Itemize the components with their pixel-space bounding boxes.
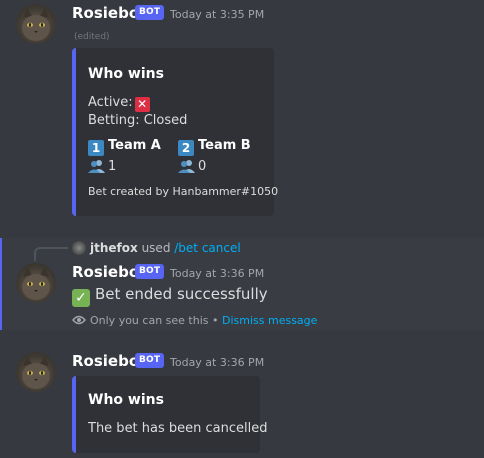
team-b-field: 2 Team B [178,138,251,156]
reply-used-text: used [141,241,171,255]
team-b-count: 0 [178,159,206,174]
message-content: ✓ Bet ended successfully [72,285,268,307]
active-status: Active: ✕ [88,95,150,112]
timestamp: Today at 3:36 PM [170,356,265,369]
team-b-count-value: 0 [198,159,207,174]
reply-username[interactable]: jthefox [90,241,138,255]
team-a-name: Team A [108,138,161,153]
separator: • [212,314,219,327]
eye-icon [72,315,86,325]
keycap-1-icon: 1 [88,140,104,156]
embed-title: Who wins [88,66,164,82]
team-a-count: 1 [88,159,116,174]
betting-status: Betting: Closed [88,113,188,128]
avatar[interactable] [16,352,56,392]
active-label: Active: [88,95,133,110]
cancel-embed: Who wins The bet has been cancelled [72,376,268,453]
users-icon [88,160,105,173]
embed-title: Who wins [88,392,164,408]
check-mark-icon: ✓ [72,289,90,307]
message-text: Bet ended successfully [95,285,268,303]
timestamp: Today at 3:36 PM [170,267,265,280]
team-b-name: Team B [198,138,251,153]
team-a-field: 1 Team A [88,138,161,156]
bet-embed: Who wins Active: ✕ Betting: Closed 1 Team … [72,48,278,216]
highlight-bar [0,238,2,330]
command-link[interactable]: /bet cancel [174,241,240,255]
cross-mark-icon: ✕ [134,97,150,112]
command-reply: jthefox used /bet cancel [90,241,241,255]
ephemeral-text: Only you can see this [90,314,209,327]
users-icon [178,160,195,173]
reply-connector [34,247,68,261]
bot-badge: BOT [135,264,165,279]
ephemeral-notice: Only you can see this • Dismiss message [72,314,317,327]
timestamp: Today at 3:35 PM [170,8,265,21]
keycap-2-icon: 2 [178,140,194,156]
reply-avatar[interactable] [72,241,86,255]
embed-footer: Bet created by Hanbammer#1050 [88,185,279,198]
bot-badge: BOT [135,353,165,368]
embed-description: The bet has been cancelled [88,421,268,436]
edited-label: (edited) [74,32,110,42]
avatar[interactable] [16,4,56,44]
avatar[interactable] [16,263,56,303]
bot-badge: BOT [135,5,165,20]
dismiss-message-link[interactable]: Dismiss message [222,314,317,327]
team-a-count-value: 1 [108,159,117,174]
